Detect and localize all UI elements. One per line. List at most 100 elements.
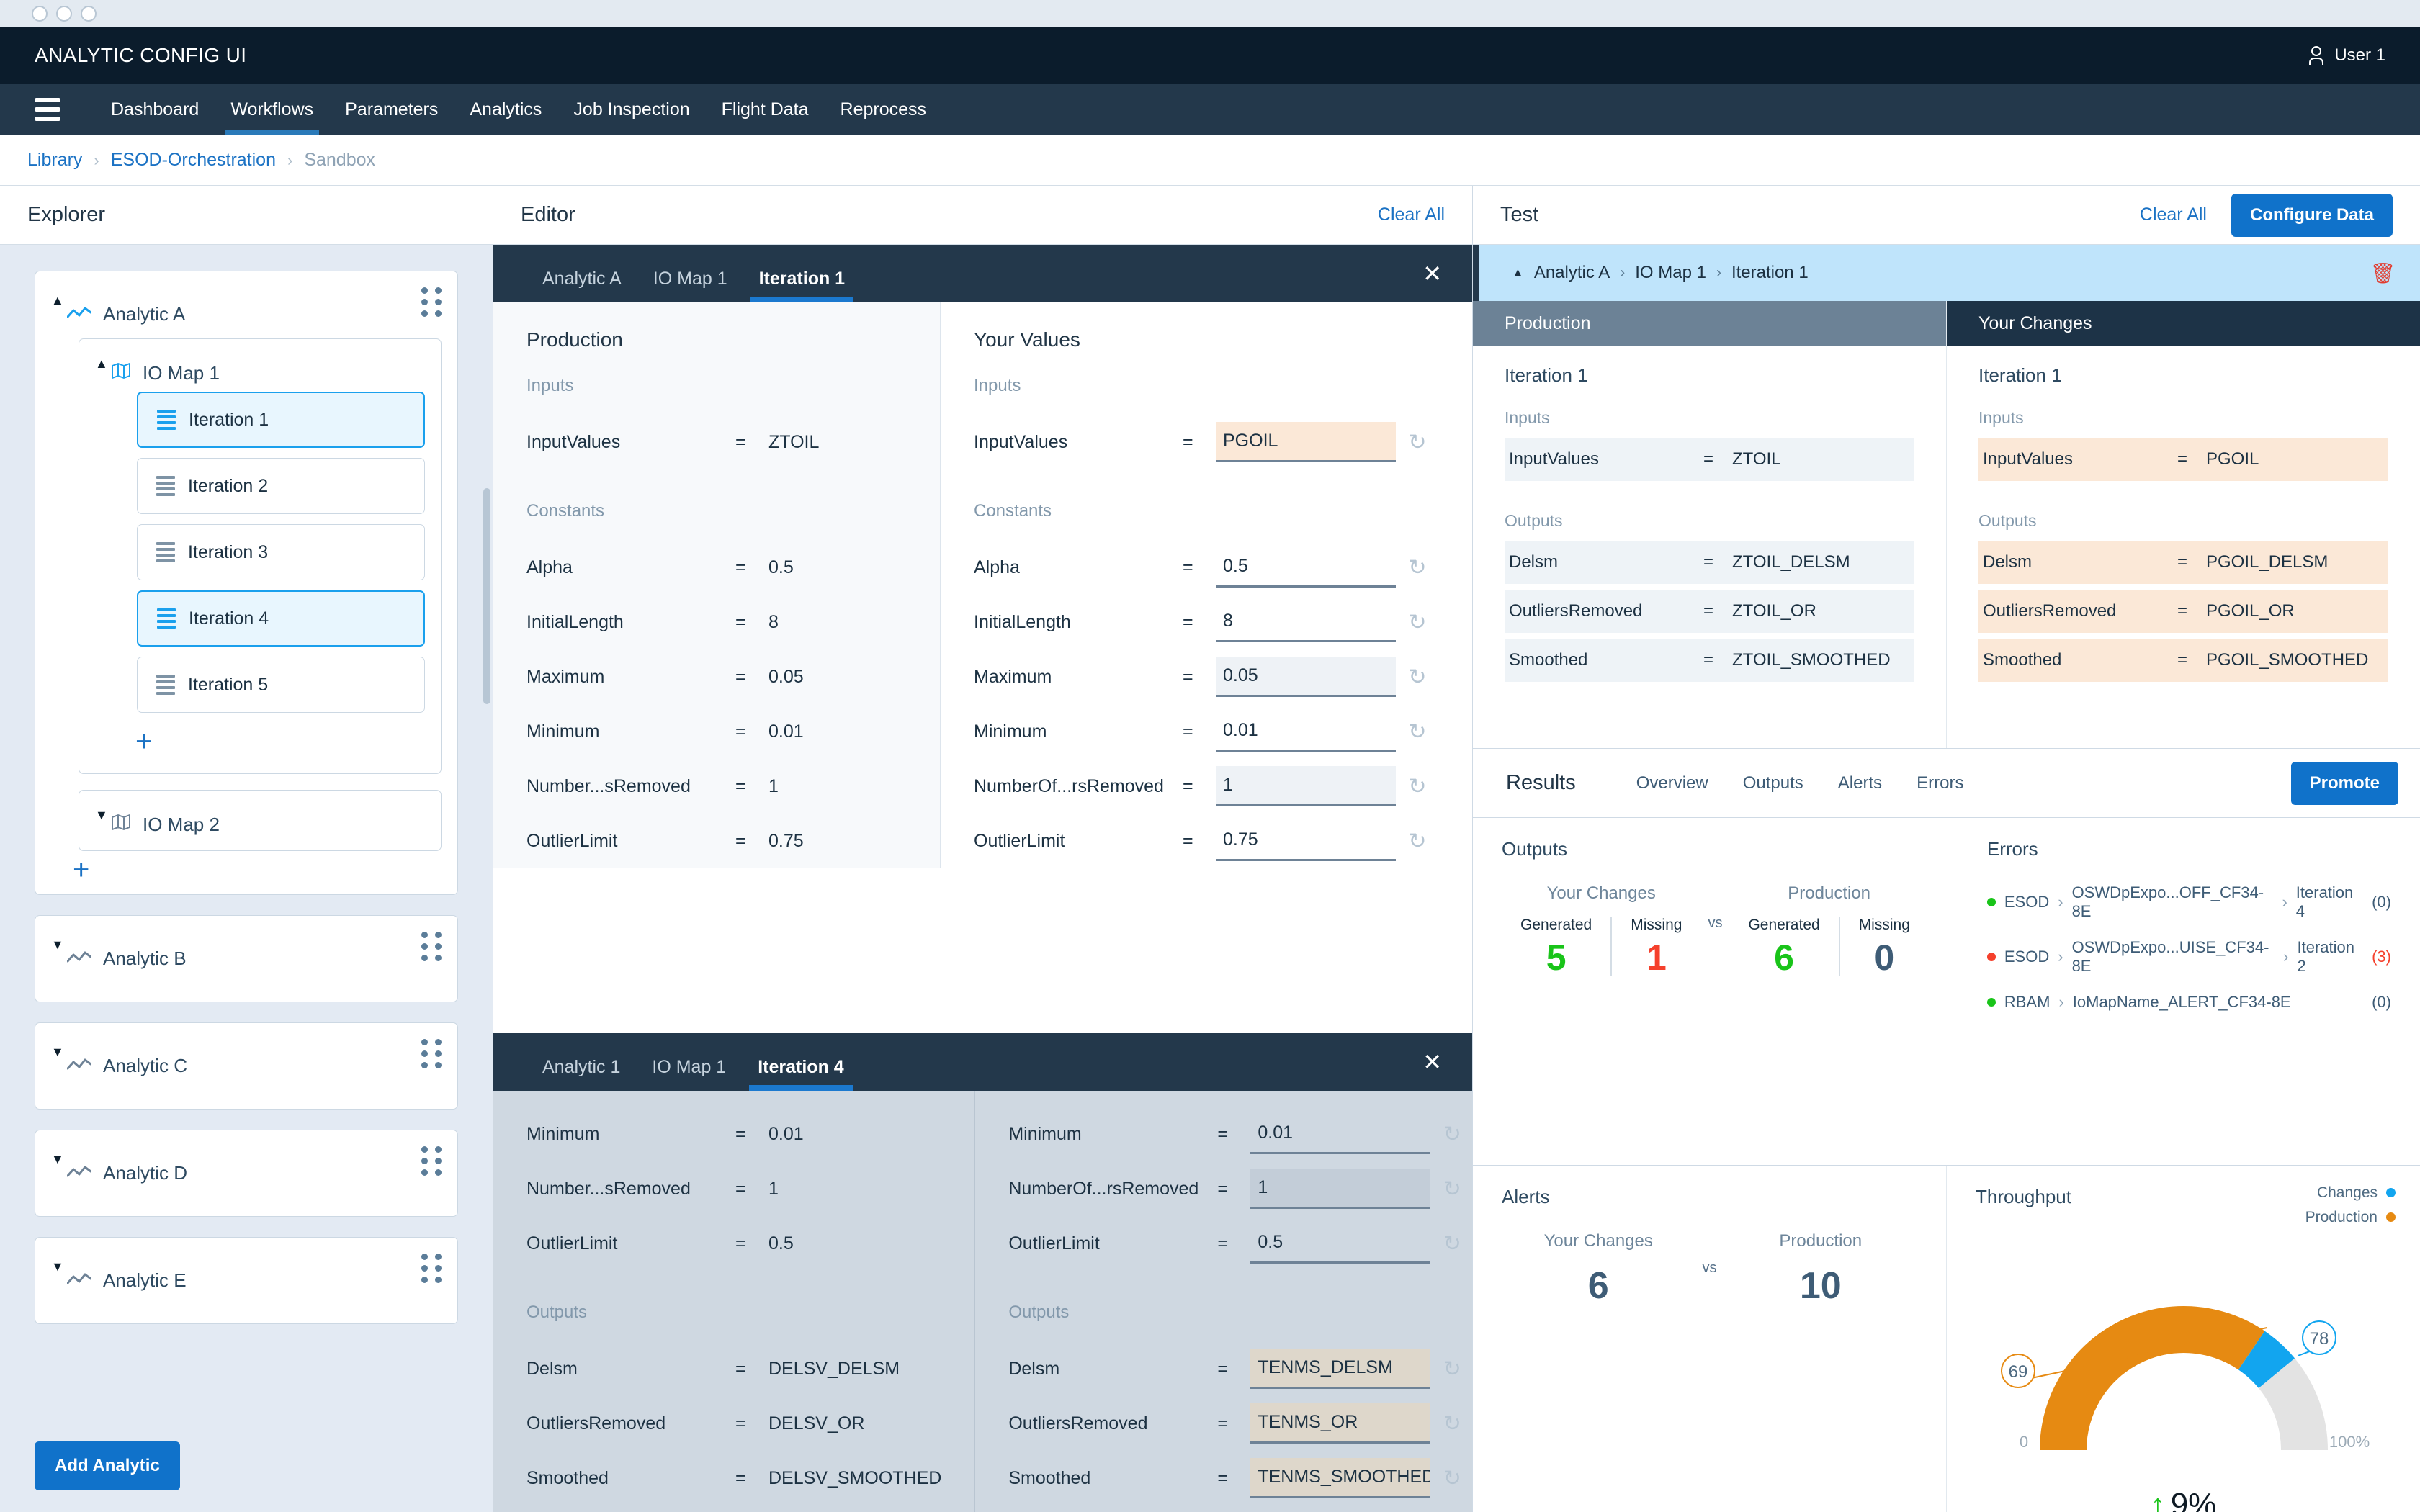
param-value-field[interactable]: 0.5 [1216, 547, 1396, 588]
configure-data-button[interactable]: Configure Data [2231, 193, 2393, 237]
analytic-card-c[interactable]: Analytic C [35, 1022, 458, 1110]
analytic-card-a[interactable]: Analytic A IO Map 1 Iteration 1Iterati [35, 271, 458, 895]
tab-outputs[interactable]: Outputs [1726, 773, 1821, 793]
test-selection-breadcrumb[interactable]: ▲ Analytic A › IO Map 1 › Iteration 1 🗑 [1473, 245, 2420, 301]
collapse-caret-icon[interactable]: ▲ [1512, 266, 1524, 280]
collapse-caret-icon[interactable] [35, 287, 67, 308]
add-iteration-button[interactable]: + [79, 723, 441, 766]
undo-icon[interactable]: ↻ [1396, 430, 1439, 455]
hamburger-icon[interactable] [27, 84, 68, 135]
list-item[interactable]: ESOD › OSWDpExpo...OFF_CF34-8E › Iteration 4… [1986, 883, 2391, 921]
undo-icon[interactable]: ↻ [1430, 1356, 1472, 1382]
expand-caret-icon[interactable] [79, 802, 111, 823]
drag-handle-icon[interactable] [421, 1254, 442, 1283]
drag-handle-icon[interactable] [421, 1039, 442, 1068]
io-map-2-header[interactable]: IO Map 2 [79, 791, 441, 843]
param-value-field[interactable]: 1 [1250, 1169, 1431, 1209]
nav-item-job-inspection[interactable]: Job Inspection [557, 84, 705, 135]
io-map-1-card[interactable]: IO Map 1 Iteration 1 Iteration 2 Iteration… [79, 338, 442, 774]
close-icon[interactable]: ✕ [1422, 262, 1442, 285]
param-value-field[interactable]: 0.01 [1216, 711, 1396, 752]
expand-caret-icon[interactable] [35, 1146, 67, 1167]
undo-icon[interactable]: ↻ [1396, 610, 1439, 635]
editor-tab-iteration[interactable]: Iteration 4 [742, 1057, 859, 1091]
undo-icon[interactable]: ↻ [1396, 719, 1439, 744]
editor-clear-all-button[interactable]: Clear All [1378, 204, 1445, 225]
trash-icon[interactable]: 🗑 [2370, 261, 2396, 285]
undo-icon[interactable]: ↻ [1396, 555, 1439, 580]
nav-item-workflows[interactable]: Workflows [215, 84, 329, 135]
list-item[interactable]: RBAM › IoMapName_ALERT_CF34-8E (0) [1986, 993, 2391, 1012]
param-value-field[interactable]: 8 [1216, 602, 1396, 642]
explorer-tree[interactable]: Analytic A IO Map 1 Iteration 1Iterati [0, 245, 493, 1512]
editor-tab-iteration[interactable]: Iteration 1 [743, 269, 861, 302]
analytic-card-e[interactable]: Analytic E [35, 1237, 458, 1324]
window-dot-3[interactable] [81, 5, 97, 22]
iteration-item[interactable]: Iteration 2 [137, 458, 425, 514]
undo-icon[interactable]: ↻ [1396, 665, 1439, 690]
editor-tab-iomap[interactable]: IO Map 1 [637, 269, 743, 302]
drag-handle-icon[interactable] [421, 932, 442, 961]
nav-item-parameters[interactable]: Parameters [329, 84, 454, 135]
window-dot-2[interactable] [56, 5, 72, 22]
iteration-item[interactable]: Iteration 3 [137, 524, 425, 580]
undo-icon[interactable]: ↻ [1430, 1466, 1472, 1491]
analytic-card-d[interactable]: Analytic D [35, 1130, 458, 1217]
user-menu[interactable]: User 1 [2307, 45, 2385, 66]
param-value-field[interactable]: TENMS_DELSM [1250, 1349, 1431, 1389]
undo-icon[interactable]: ↻ [1430, 1176, 1472, 1202]
param-value-field[interactable]: 0.75 [1216, 821, 1396, 861]
input-values-field[interactable]: PGOIL [1216, 422, 1396, 462]
drag-handle-icon[interactable] [421, 1146, 442, 1176]
analytic-a-header[interactable]: Analytic A [35, 271, 457, 338]
window-dot-1[interactable] [32, 5, 48, 22]
breadcrumb-item-library[interactable]: Library [27, 150, 82, 171]
param-value-field[interactable]: 0.01 [1250, 1114, 1431, 1154]
param-value-field[interactable]: 1 [1216, 766, 1396, 806]
nav-item-analytics[interactable]: Analytics [454, 84, 557, 135]
editor-tab-analytic[interactable]: Analytic 1 [526, 1057, 636, 1091]
io-map-1-label-row: IO Map 1 [111, 351, 220, 384]
param-value-field[interactable]: TENMS_OR [1250, 1403, 1431, 1444]
list-item[interactable]: ESOD › OSWDpExpo...UISE_CF34-8E › Iteration … [1986, 938, 2391, 976]
nav-item-reprocess[interactable]: Reprocess [825, 84, 943, 135]
collapse-caret-icon[interactable] [79, 351, 111, 372]
analytic-card-b[interactable]: Analytic B [35, 915, 458, 1002]
param-value-field[interactable]: 0.05 [1216, 657, 1396, 697]
promote-button[interactable]: Promote [2290, 761, 2398, 805]
tab-alerts[interactable]: Alerts [1821, 773, 1899, 793]
explorer-scrollbar[interactable] [483, 488, 490, 704]
expand-caret-icon[interactable] [35, 1254, 67, 1274]
param-key: Smoothed [1983, 650, 2062, 670]
expand-caret-icon[interactable] [35, 932, 67, 953]
iteration-item[interactable]: Iteration 1 [137, 392, 425, 448]
param-value-field[interactable]: TENMS_SMOOTHED [1250, 1458, 1431, 1498]
breadcrumb-item-esod[interactable]: ESOD-Orchestration [111, 150, 276, 171]
undo-icon[interactable]: ↻ [1430, 1122, 1472, 1147]
iteration-item[interactable]: Iteration 5 [137, 657, 425, 713]
editor-card-iteration-1: Analytic A IO Map 1 Iteration 1 ✕ Produc… [493, 245, 1472, 868]
expand-caret-icon[interactable] [35, 1039, 67, 1060]
add-analytic-button[interactable]: Add Analytic [35, 1441, 180, 1490]
test-clear-all-button[interactable]: Clear All [2140, 204, 2207, 225]
editor-tab-iomap[interactable]: IO Map 1 [636, 1057, 742, 1091]
undo-icon[interactable]: ↻ [1430, 1231, 1472, 1256]
editor-tab-analytic[interactable]: Analytic A [526, 269, 637, 302]
alerts-your-changes-group: Your Changes 6 [1502, 1231, 1695, 1308]
iteration-item[interactable]: Iteration 4 [137, 590, 425, 647]
close-icon[interactable]: ✕ [1422, 1050, 1442, 1074]
nav-item-flight-data[interactable]: Flight Data [706, 84, 825, 135]
drag-handle-icon[interactable] [421, 287, 442, 317]
tab-overview[interactable]: Overview [1619, 773, 1726, 793]
io-map-1-header[interactable]: IO Map 1 [79, 339, 441, 392]
undo-icon[interactable]: ↻ [1396, 829, 1439, 854]
undo-icon[interactable]: ↻ [1396, 774, 1439, 799]
param-value-field[interactable]: 0.5 [1250, 1223, 1431, 1264]
add-io-map-button[interactable]: + [35, 851, 457, 894]
io-map-2-card[interactable]: IO Map 2 [79, 790, 442, 851]
undo-icon[interactable]: ↻ [1430, 1411, 1472, 1436]
nav-item-dashboard[interactable]: Dashboard [95, 84, 215, 135]
metric-prod-missing: Missing 0 [1838, 917, 1929, 976]
tab-errors[interactable]: Errors [1899, 773, 1981, 793]
